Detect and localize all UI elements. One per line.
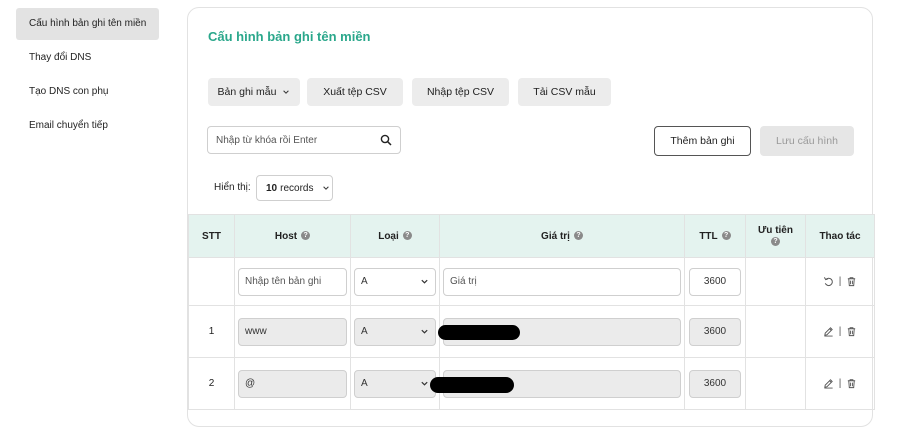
download-csv-template-button[interactable]: Tải CSV mẫu	[518, 78, 611, 106]
priority-cell	[745, 305, 806, 358]
header-actions: Thao tác	[805, 214, 875, 258]
new-ttl-input[interactable]: 3600	[689, 267, 741, 296]
type-select[interactable]: A	[354, 317, 436, 346]
new-value-input[interactable]: Giá trị	[443, 267, 681, 296]
edit-icon[interactable]	[823, 326, 834, 337]
trash-icon[interactable]	[846, 326, 857, 337]
row-stt: 1	[188, 305, 235, 358]
action-divider: |	[838, 326, 842, 337]
chevron-down-icon	[421, 279, 428, 284]
new-record-row: Nhập tên bản ghi A Giá trị 3600 |	[188, 257, 875, 306]
host-input[interactable]: www	[238, 317, 347, 346]
header-type: Loại?	[350, 214, 440, 258]
action-divider: |	[838, 378, 842, 389]
help-icon[interactable]: ?	[301, 231, 311, 241]
header-ttl-label: TTL	[699, 230, 718, 242]
header-stt: STT	[188, 214, 235, 258]
add-record-button[interactable]: Thêm bản ghi	[654, 126, 751, 156]
search-input[interactable]	[216, 134, 380, 146]
trash-icon[interactable]	[846, 378, 857, 389]
redaction-mark	[430, 377, 514, 393]
export-csv-button[interactable]: Xuất tệp CSV	[307, 78, 403, 106]
table-header-row: STT Host? Loại? Giá trị? TTL? Ưu tiên? T…	[188, 214, 875, 258]
sidebar: Cấu hình bản ghi tên miền Thay đổi DNS T…	[16, 8, 159, 144]
header-value-label: Giá trị	[541, 230, 570, 242]
header-host: Host?	[234, 214, 351, 258]
header-type-label: Loại	[378, 230, 399, 242]
sidebar-item-child-dns[interactable]: Tạo DNS con phụ	[16, 76, 159, 108]
records-unit: records	[280, 182, 314, 194]
new-type-value: A	[361, 276, 368, 287]
undo-icon[interactable]	[823, 276, 834, 287]
type-value: A	[361, 378, 368, 389]
header-value: Giá trị?	[439, 214, 685, 258]
ttl-input[interactable]: 3600	[689, 317, 741, 346]
records-count: 10	[266, 182, 278, 194]
page-title: Cấu hình bản ghi tên miền	[208, 29, 371, 44]
help-icon[interactable]: ?	[721, 231, 731, 241]
header-ttl: TTL?	[684, 214, 746, 258]
chevron-down-icon	[323, 186, 330, 190]
records-card: Cấu hình bản ghi tên miền Bản ghi mẫu Xu…	[187, 7, 875, 427]
table-row: 2 @ A 3600 |	[188, 357, 875, 410]
search-icon[interactable]	[380, 134, 392, 146]
type-select[interactable]: A	[354, 369, 436, 398]
sidebar-item-domain-records[interactable]: Cấu hình bản ghi tên miền	[16, 8, 159, 40]
priority-cell	[745, 357, 806, 410]
row-stt: 2	[188, 357, 235, 410]
dns-records-table: STT Host? Loại? Giá trị? TTL? Ưu tiên? T…	[188, 214, 875, 410]
edit-icon[interactable]	[823, 378, 834, 389]
action-divider: |	[838, 276, 842, 287]
records-per-page-select[interactable]: 10 records	[256, 175, 333, 201]
new-type-select[interactable]: A	[354, 267, 436, 296]
header-priority: Ưu tiên?	[745, 214, 806, 258]
new-priority-cell	[745, 257, 806, 306]
template-records-label: Bản ghi mẫu	[217, 86, 277, 98]
new-row-stt	[188, 257, 235, 306]
sidebar-item-email-forwarding[interactable]: Email chuyển tiếp	[16, 110, 159, 142]
type-value: A	[361, 326, 368, 337]
host-input[interactable]: @	[238, 369, 347, 398]
sidebar-item-change-dns[interactable]: Thay đổi DNS	[16, 42, 159, 74]
header-priority-label: Ưu tiên	[758, 225, 793, 236]
redaction-mark	[438, 325, 520, 340]
import-csv-button[interactable]: Nhập tệp CSV	[412, 78, 509, 106]
show-label: Hiển thị:	[214, 182, 251, 193]
save-config-button[interactable]: Lưu cấu hình	[760, 126, 854, 156]
header-host-label: Host	[274, 230, 298, 242]
template-records-dropdown[interactable]: Bản ghi mẫu	[208, 78, 300, 106]
chevron-down-icon	[421, 381, 428, 386]
chevron-down-icon	[283, 90, 290, 94]
search-box	[207, 126, 401, 154]
help-icon[interactable]: ?	[573, 231, 583, 241]
table-row: 1 www A 3600 |	[188, 305, 875, 358]
chevron-down-icon	[421, 329, 428, 334]
trash-icon[interactable]	[846, 276, 857, 287]
new-host-input[interactable]: Nhập tên bản ghi	[238, 267, 347, 296]
help-icon[interactable]: ?	[771, 236, 780, 246]
ttl-input[interactable]: 3600	[689, 369, 741, 398]
help-icon[interactable]: ?	[402, 231, 412, 241]
